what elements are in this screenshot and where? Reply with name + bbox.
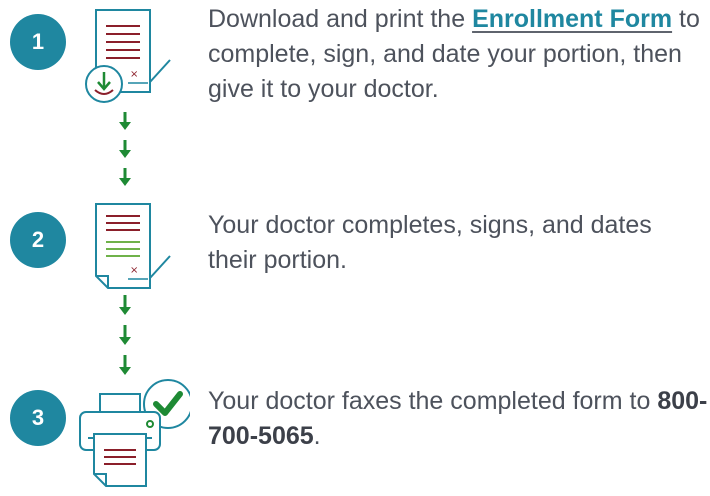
document-download-icon: × [85, 9, 171, 103]
step-1-text: Download and print the Enrollment Form t… [208, 2, 708, 107]
arrow-connector-2 [119, 295, 131, 375]
step-3-text-after: . [313, 422, 321, 450]
step-2: 2 × Your doctor completes, signs, and da… [0, 196, 710, 296]
document-sign-icon: × [95, 203, 171, 289]
arrow-down-icon [119, 112, 131, 186]
svg-text:×: × [130, 69, 138, 80]
step-1-text-before: Download and print the [208, 5, 473, 33]
step-3-badge: 3 [10, 390, 66, 446]
step-2-text: Your doctor completes, signs, and dates … [208, 211, 652, 274]
fax-check-icon [79, 379, 190, 487]
arrow-connector-1 [119, 112, 131, 186]
step-1: 1 × Download and print the Enrollment Fo… [0, 0, 710, 130]
enrollment-form-link[interactable]: Enrollment Form [472, 5, 672, 33]
arrow-down-icon [119, 295, 131, 375]
step-1-badge: 1 [10, 14, 66, 70]
svg-text:×: × [130, 265, 138, 276]
step-3-text: Your doctor faxes the completed form to … [208, 384, 710, 454]
step-2-badge: 2 [10, 212, 66, 268]
step-3: 3 Your doctor faxes the completed form t… [0, 379, 710, 496]
step-3-text-before: Your doctor faxes the completed form to [208, 387, 658, 415]
